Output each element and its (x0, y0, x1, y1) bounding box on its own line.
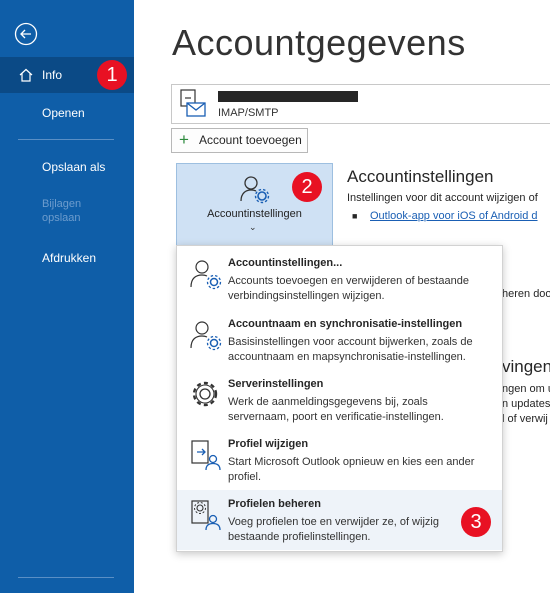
menu-item-description: Start Microsoft Outlook opnieuw en kies … (228, 456, 475, 483)
sidebar-item-opslaan-als[interactable]: Opslaan als (0, 160, 134, 180)
menu-item-profielen-beheren[interactable]: Profielen beheren Voeg profielen toe en … (177, 490, 502, 550)
menu-item-description: Voeg profielen toe en verwijder ze, of w… (228, 516, 439, 543)
outlook-mobile-link[interactable]: Outlook-app voor iOS of Android d (370, 210, 538, 222)
section-description: Instellingen voor dit account wijzigen o… (347, 192, 538, 204)
annotation-badge-1: 1 (97, 60, 127, 90)
sidebar-item-bijlagen-opslaan: Bijlagen opslaan (0, 197, 134, 231)
menu-item-title: Accountnaam en synchronisatie-instelling… (228, 318, 463, 330)
sidebar-item-label: Afdrukken (42, 251, 97, 265)
profile-switch-icon (191, 440, 221, 471)
add-account-label: Account toevoegen (199, 133, 302, 147)
home-icon (19, 68, 33, 82)
background-heading: vingen (502, 357, 550, 376)
sidebar-item-afdrukken[interactable]: Afdrukken (0, 251, 134, 271)
user-gear-icon (190, 321, 222, 351)
menu-item-profiel-wijzigen[interactable]: Profiel wijzigen Start Microsoft Outlook… (177, 430, 502, 490)
add-account-button[interactable]: + Account toevoegen (171, 128, 308, 153)
menu-item-serverinstellingen[interactable]: Serverinstellingen Werk de aanmeldingsge… (177, 370, 502, 430)
sidebar-item-label: Info (42, 68, 63, 82)
plus-icon: + (179, 130, 189, 149)
sidebar-divider (18, 577, 114, 578)
page-title: Accountgegevens (172, 22, 466, 63)
user-gear-icon (190, 260, 222, 290)
background-text: ngen om u (502, 383, 550, 395)
sidebar-divider (18, 139, 114, 140)
menu-item-description: Accounts toevoegen en verwijderen of bes… (228, 275, 469, 302)
section-title: Accountinstellingen (347, 167, 494, 186)
chevron-down-icon: ⌄ (249, 222, 257, 232)
account-settings-label: Accountinstellingen (207, 208, 302, 220)
account-settings-icon (240, 176, 270, 204)
account-settings-menu: Accountinstellingen... Accounts toevoege… (176, 245, 503, 552)
sidebar-item-label: Openen (42, 106, 85, 120)
menu-item-title: Serverinstellingen (228, 378, 324, 390)
annotation-badge-3: 3 (461, 507, 491, 537)
back-arrow-icon[interactable] (14, 22, 38, 46)
menu-item-description: Basisinstellingen voor account bijwerken… (228, 336, 473, 363)
sidebar-item-label: Opslaan als (42, 160, 106, 174)
bullet-icon: ■ (352, 211, 358, 221)
mail-account-icon (180, 89, 206, 117)
sidebar-item-label: Bijlagen opslaan (42, 198, 82, 224)
background-text: heren doo (502, 288, 550, 300)
menu-item-accountnaam[interactable]: Accountnaam en synchronisatie-instelling… (177, 310, 502, 370)
sidebar-item-openen[interactable]: Openen (0, 106, 134, 126)
menu-item-title: Profielen beheren (228, 498, 321, 510)
menu-item-description: Werk de aanmeldingsgegevens bij, zoals s… (228, 396, 444, 423)
background-text: n updates (502, 398, 550, 410)
annotation-badge-2: 2 (292, 172, 322, 202)
menu-item-title: Profiel wijzigen (228, 438, 309, 450)
menu-item-accountinstellingen[interactable]: Accountinstellingen... Accounts toevoege… (177, 249, 502, 309)
gear-icon (192, 381, 218, 407)
background-text: l of verwij (502, 413, 548, 425)
account-type: IMAP/SMTP (218, 107, 279, 119)
redacted-account-email (218, 91, 358, 102)
profile-manage-icon (191, 500, 221, 531)
menu-item-title: Accountinstellingen... (228, 257, 343, 269)
account-selector[interactable]: IMAP/SMTP (171, 84, 550, 124)
